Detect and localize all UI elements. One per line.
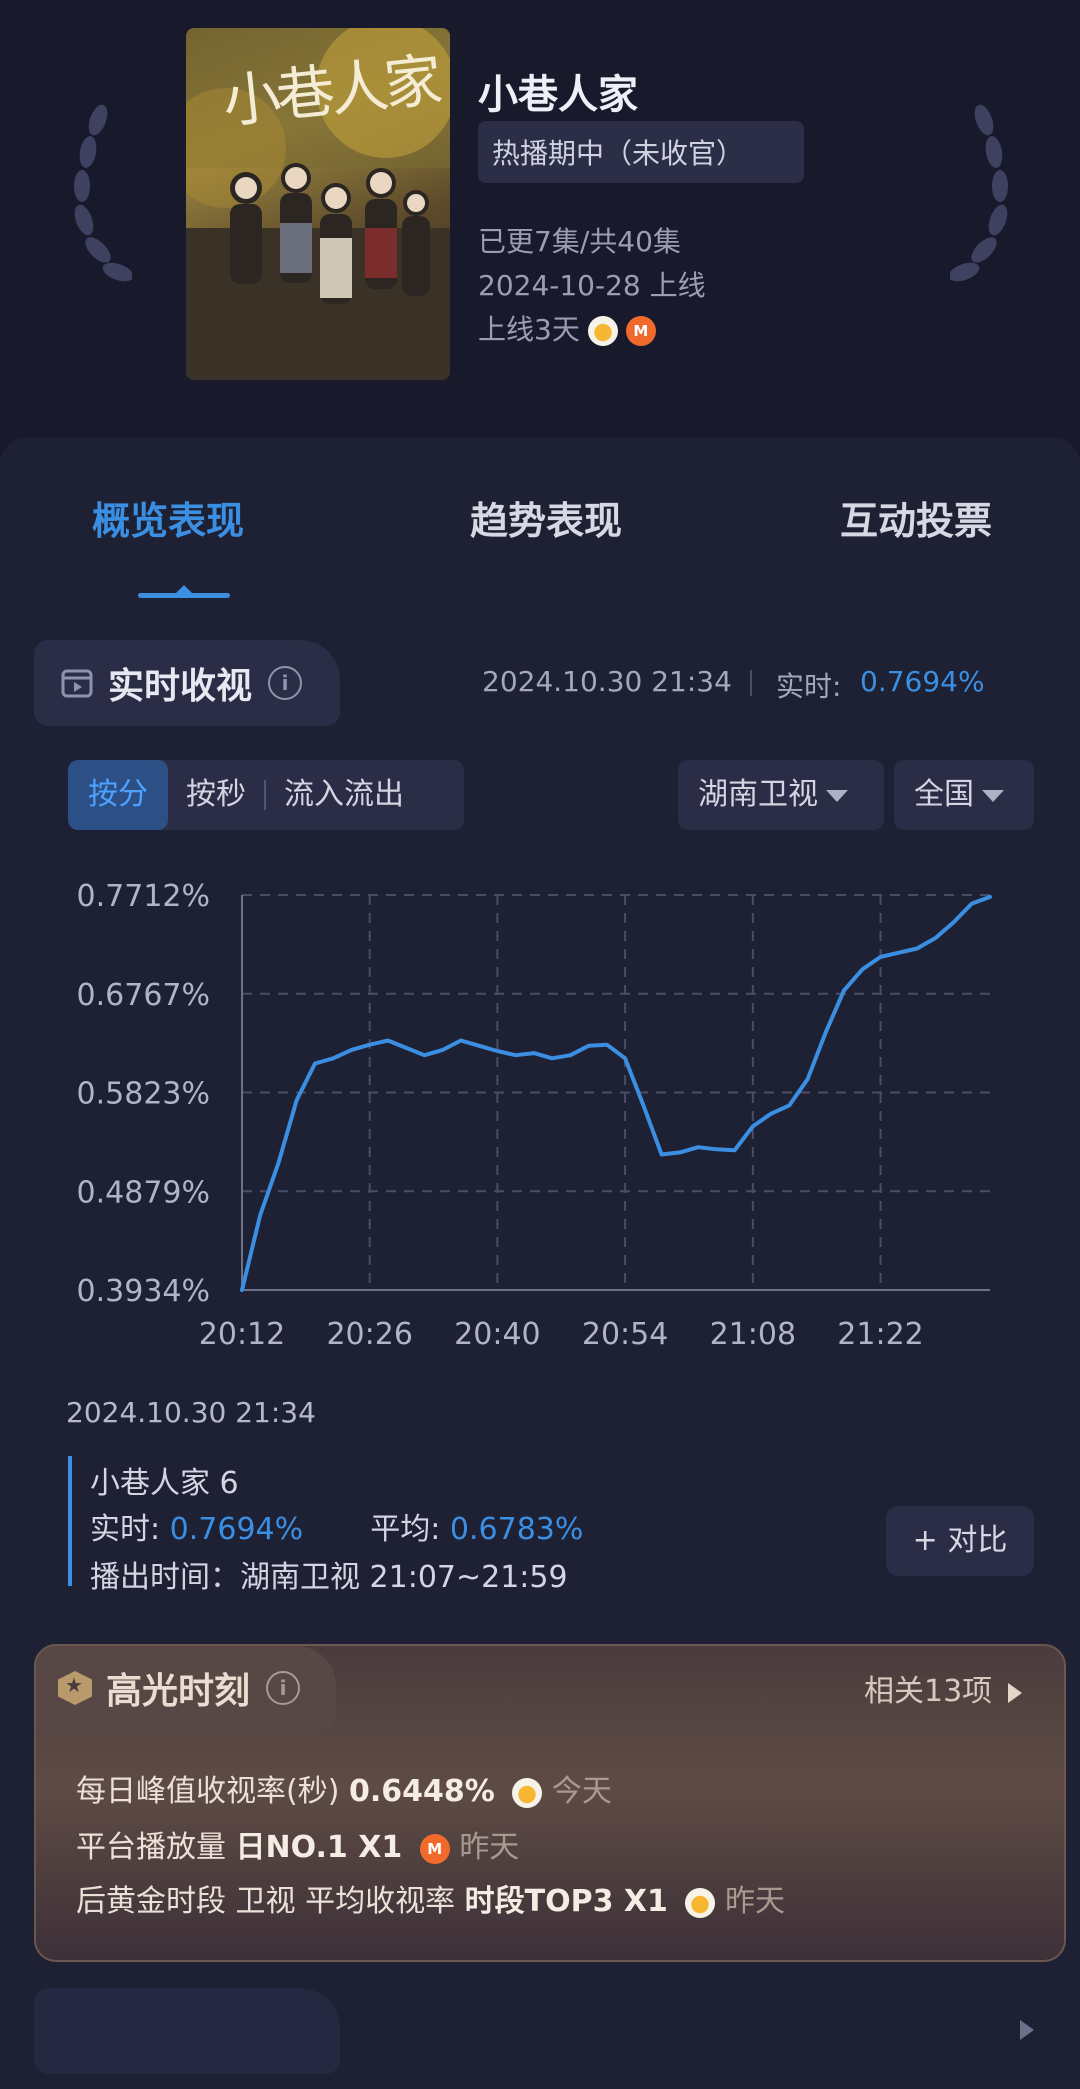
star-badge-icon: [58, 1671, 92, 1705]
chevron-down-icon: [982, 789, 1004, 802]
info-icon[interactable]: i: [266, 1671, 301, 1705]
episode-count: 已更7集/共40集: [478, 225, 681, 258]
highlights-title: 高光时刻: [106, 1671, 251, 1712]
realtime-section-header: 实时收视 i: [34, 640, 340, 726]
highlight-label: 每日峰值收视率(秒): [76, 1774, 340, 1809]
highlight-value: 0.6448%: [348, 1774, 495, 1809]
mango-tv-icon[interactable]: [587, 316, 618, 346]
next-section-header: [34, 1988, 340, 2074]
x-tick-label: 20:12: [199, 1317, 285, 1352]
episode-name: 小巷人家 6: [90, 1466, 239, 1501]
episode-avg-label: 平均:: [370, 1512, 441, 1547]
segment-by-second[interactable]: 按秒: [168, 760, 264, 830]
segment-inflow-outflow[interactable]: 流入流出: [266, 760, 422, 830]
mgtv-icon[interactable]: M: [625, 316, 656, 346]
x-tick-label: 20:26: [326, 1317, 412, 1352]
chevron-right-icon: [1008, 1682, 1023, 1703]
channel-value: 湖南卫视: [698, 777, 818, 812]
highlight-row[interactable]: 每日峰值收视率(秒) 0.6448% 今天: [76, 1766, 612, 1810]
tv-calendar-icon: [61, 669, 93, 698]
segment-by-minute[interactable]: 按分: [68, 760, 168, 830]
highlight-row[interactable]: 后黄金时段 卫视 平均收视率 时段TOP3 X1 昨天: [76, 1876, 785, 1920]
episode-timestamp: 2024.10.30 21:34: [66, 1396, 316, 1429]
x-tick-label: 21:22: [837, 1317, 923, 1352]
realtime-timestamp: 2024.10.30 21:34: [482, 665, 732, 698]
y-tick-label: 0.7712%: [77, 879, 210, 914]
active-tab-indicator: [138, 585, 230, 598]
channel-dropdown[interactable]: 湖南卫视: [678, 760, 884, 830]
episode-realtime-value: 0.7694%: [169, 1512, 304, 1547]
laurel-right-icon: [950, 104, 1008, 282]
tab-overview[interactable]: 概览表现: [92, 490, 244, 545]
mgtv-icon: M: [419, 1833, 450, 1864]
highlight-value: 日NO.1 X1: [235, 1830, 403, 1865]
episode-realtime-label: 实时:: [90, 1512, 161, 1547]
realtime-label: 实时:: [776, 670, 842, 703]
realtime-title: 实时收视: [108, 666, 253, 707]
y-tick-label: 0.3934%: [77, 1274, 210, 1309]
days-online: 上线3天: [478, 313, 580, 346]
x-tick-label: 20:40: [454, 1317, 540, 1352]
highlight-day: 昨天: [459, 1830, 520, 1865]
realtime-value: 0.7694%: [860, 665, 985, 698]
granularity-segmented-control: 按分 按秒 流入流出: [68, 760, 464, 830]
mango-tv-icon: [685, 1887, 716, 1918]
info-icon[interactable]: i: [268, 666, 303, 700]
show-poster[interactable]: 小巷人家: [186, 28, 450, 380]
x-tick-label: 20:54: [582, 1317, 668, 1352]
region-dropdown[interactable]: 全国: [894, 760, 1034, 830]
realtime-rating-chart[interactable]: 0.7712% 0.6767% 0.5823% 0.4879% 0.3934% 20:12…: [0, 860, 1080, 1380]
highlight-row[interactable]: 平台播放量 日NO.1 X1 M 昨天: [76, 1822, 519, 1866]
y-tick-label: 0.5823%: [77, 1077, 210, 1112]
region-value: 全国: [914, 777, 974, 812]
chevron-down-icon: [826, 789, 848, 802]
highlight-label: 后黄金时段 卫视 平均收视率: [76, 1884, 456, 1919]
days-online-row: 上线3天 M: [478, 308, 656, 348]
y-tick-label: 0.4879%: [77, 1175, 210, 1210]
highlight-day: 今天: [551, 1774, 612, 1809]
tab-trend[interactable]: 趋势表现: [470, 490, 622, 545]
mango-tv-icon: [512, 1777, 543, 1808]
highlights-card: 高光时刻 i 相关13项 每日峰值收视率(秒) 0.6448% 今天 平台播放量…: [34, 1644, 1066, 1962]
highlight-value: 时段TOP3 X1: [464, 1884, 668, 1919]
y-tick-label: 0.6767%: [77, 978, 210, 1013]
release-date: 2024-10-28 上线: [478, 269, 706, 302]
chevron-right-icon[interactable]: [1020, 2020, 1034, 2040]
highlight-label: 平台播放量: [76, 1830, 226, 1865]
laurel-left-icon: [74, 104, 132, 282]
show-title: 小巷人家: [478, 72, 638, 118]
divider: [750, 670, 752, 696]
x-tick-label: 21:08: [710, 1317, 796, 1352]
status-badge: 热播期中（未收官）: [478, 121, 804, 183]
compare-button[interactable]: + 对比: [886, 1506, 1034, 1576]
episode-ratings: 实时: 0.7694% 平均: 0.6783%: [90, 1504, 583, 1548]
highlights-header: 高光时刻 i: [36, 1646, 336, 1730]
episode-avg-value: 0.6783%: [449, 1512, 584, 1547]
highlight-day: 昨天: [725, 1884, 785, 1919]
related-count: 相关13项: [864, 1674, 993, 1709]
highlights-related-link[interactable]: 相关13项: [864, 1666, 1023, 1710]
episode-color-bar: [68, 1456, 72, 1586]
episode-airtime: 播出时间：湖南卫视 21:07~21:59: [90, 1560, 568, 1595]
tab-vote[interactable]: 互动投票: [840, 490, 992, 545]
